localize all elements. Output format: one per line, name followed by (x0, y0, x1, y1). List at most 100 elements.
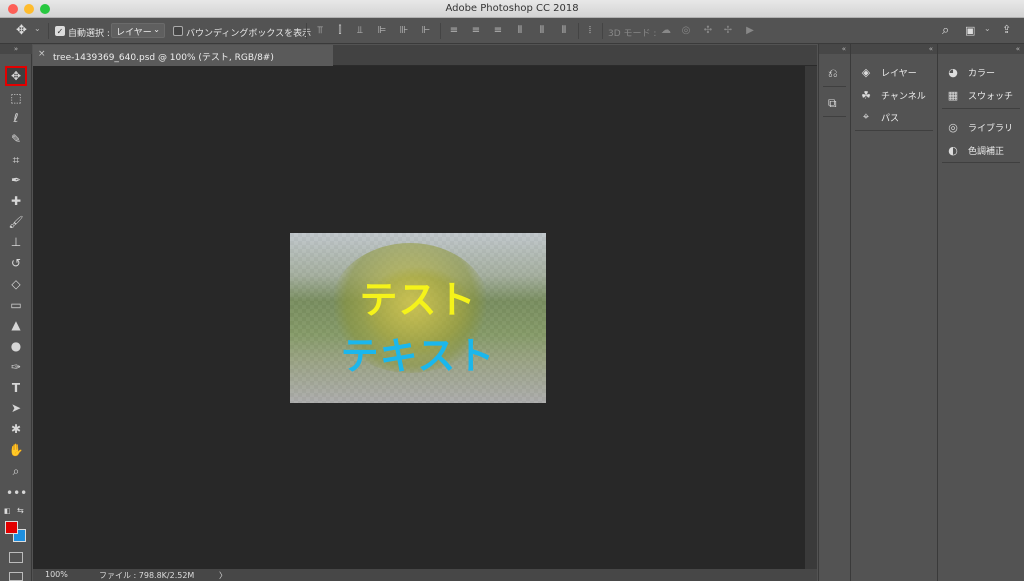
divider (823, 116, 846, 117)
zoom-tool-icon[interactable]: ⌕ (6, 462, 26, 480)
eyedropper-tool-icon[interactable]: ✒ (6, 171, 26, 189)
search-icon[interactable]: ⌕ (942, 23, 949, 38)
foreground-color-swatch[interactable] (5, 521, 18, 534)
document-tab[interactable]: × tree-1439369_640.psd @ 100% (テスト, RGB/… (33, 45, 333, 66)
channels-icon: ☘ (861, 88, 871, 102)
3d-orbit-icon[interactable]: ☁ (660, 25, 672, 37)
3d-scale-icon[interactable]: ▶ (744, 25, 756, 37)
3d-roll-icon[interactable]: ◎ (680, 25, 692, 37)
marquee-tool-icon[interactable]: ⬚ (6, 89, 26, 107)
divider (602, 23, 603, 39)
quick-select-tool-icon[interactable]: ✎ (6, 130, 26, 148)
share-icon[interactable]: ⇪ (1002, 23, 1011, 36)
lasso-tool-icon[interactable]: ℓ (6, 109, 26, 127)
workspace-icon[interactable]: ▣ (965, 24, 975, 37)
libraries-icon: ◎ (948, 120, 958, 134)
history-icon[interactable]: ⎌ (828, 66, 838, 81)
distribute-bottom-icon[interactable]: ≡ (492, 25, 504, 37)
libraries-panel-tab[interactable]: ◎ ライブラリ (946, 119, 1013, 135)
3d-pan-icon[interactable]: ✣ (702, 25, 714, 37)
paths-icon: ⌖ (862, 110, 870, 123)
adjustments-icon: ◐ (948, 143, 958, 157)
collapse-dock-icon[interactable]: « (938, 44, 1024, 54)
color-icon: ◕ (948, 65, 958, 79)
document-tab-bar: × tree-1439369_640.psd @ 100% (テスト, RGB/… (33, 45, 817, 66)
channels-panel-tab[interactable]: ☘ チャンネル (859, 87, 926, 103)
swap-colors-icon[interactable]: ⇆ (17, 506, 24, 515)
distribute-hcenter-icon[interactable]: ⦀ (536, 25, 548, 37)
collapse-toolbar-icon[interactable]: » (0, 44, 32, 54)
align-vcenter-icon[interactable]: ⫿ (334, 25, 346, 37)
history-brush-tool-icon[interactable]: ↺ (6, 254, 26, 272)
pen-tool-icon[interactable]: ✑ (6, 358, 26, 376)
canvas-area[interactable]: テスト テキスト (33, 66, 805, 569)
panel-dock-color: « ◕ カラー ▦ スウォッチ ◎ ライブラリ ◐ 色調補正 (937, 44, 1024, 581)
collapse-dock-icon[interactable]: « (851, 44, 937, 54)
align-hcenter-icon[interactable]: ⊪ (398, 25, 410, 37)
chevron-down-icon[interactable]: ⌄ (984, 24, 991, 33)
chevron-down-icon[interactable]: ⌄ (34, 24, 41, 33)
distribute-left-icon[interactable]: ⦀ (514, 25, 526, 37)
show-bbox-checkbox[interactable] (173, 26, 183, 36)
3d-slide-icon[interactable]: ✢ (722, 25, 734, 37)
chevron-down-icon: ⌄ (153, 25, 160, 34)
tools-panel: » ✥ ⬚ ℓ ✎ ⌗ ✒ ✚ 🖌 ⊥ ↺ ◇ ▭ ▲ ● ✑ T ➤ ✱ ✋ … (0, 44, 32, 581)
auto-align-icon[interactable]: ⦙ (584, 25, 596, 37)
paths-panel-tab[interactable]: ⌖ パス (859, 109, 899, 125)
divider (855, 130, 933, 131)
move-tool-icon[interactable]: ✥ (5, 66, 27, 86)
vertical-scrollbar[interactable] (805, 66, 817, 569)
document-tab-title: tree-1439369_640.psd @ 100% (テスト, RGB/8#… (53, 53, 274, 63)
gradient-tool-icon[interactable]: ▭ (6, 296, 26, 314)
collapse-dock-icon[interactable]: « (819, 44, 850, 54)
eraser-tool-icon[interactable]: ◇ (6, 275, 26, 293)
divider (823, 86, 846, 87)
dodge-tool-icon[interactable]: ● (6, 337, 26, 355)
panel-dock-layers: « ◈ レイヤー ☘ チャンネル ⌖ パス (850, 44, 937, 581)
hand-tool-icon[interactable]: ✋ (6, 441, 26, 459)
properties-icon[interactable]: ⧉ (828, 96, 837, 111)
healing-brush-tool-icon[interactable]: ✚ (6, 192, 26, 210)
color-panel-tab[interactable]: ◕ カラー (946, 64, 995, 80)
close-icon[interactable]: × (38, 49, 46, 59)
document-image[interactable]: テスト テキスト (290, 233, 546, 403)
auto-select-dropdown[interactable]: レイヤー ⌄ (111, 23, 165, 38)
default-colors-icon[interactable]: ◧ (4, 507, 11, 515)
type-tool-icon[interactable]: T (6, 379, 26, 397)
text-layer-test[interactable]: テスト (290, 269, 546, 324)
distribute-vcenter-icon[interactable]: ≡ (470, 25, 482, 37)
distribute-right-icon[interactable]: ⦀ (558, 25, 570, 37)
distribute-top-icon[interactable]: ≡ (448, 25, 460, 37)
text-layer-text[interactable]: テキスト (290, 325, 546, 380)
status-menu-arrow[interactable]: 〉 (219, 570, 227, 581)
crop-tool-icon[interactable]: ⌗ (6, 151, 26, 169)
screen-mode-icon[interactable] (9, 572, 23, 581)
divider (306, 23, 307, 39)
quick-mask-icon[interactable] (9, 552, 23, 563)
swatches-panel-tab[interactable]: ▦ スウォッチ (946, 87, 1013, 103)
show-bbox-label: バウンディングボックスを表示 (186, 29, 312, 39)
align-top-icon[interactable]: ⫪ (314, 25, 326, 37)
align-bottom-icon[interactable]: ⫫ (354, 25, 366, 37)
divider (578, 23, 579, 39)
layers-panel-tab[interactable]: ◈ レイヤー (859, 64, 917, 80)
path-select-tool-icon[interactable]: ➤ (6, 399, 26, 417)
adjustments-panel-tab[interactable]: ◐ 色調補正 (946, 142, 1004, 158)
title-bar: Adobe Photoshop CC 2018 (0, 0, 1024, 18)
auto-select-label: 自動選択 : (68, 29, 110, 39)
shape-tool-icon[interactable]: ✱ (6, 420, 26, 438)
more-tools-icon[interactable]: ••• (6, 484, 27, 502)
divider (440, 23, 441, 39)
auto-select-checkbox[interactable]: ✓ (55, 26, 65, 36)
zoom-level[interactable]: 100% (45, 570, 68, 579)
stamp-tool-icon[interactable]: ⊥ (6, 233, 26, 251)
divider (48, 23, 49, 39)
brush-tool-icon[interactable]: 🖌 (6, 213, 26, 231)
move-tool-preset-icon[interactable]: ✥ (16, 23, 27, 38)
align-right-icon[interactable]: ⊩ (420, 25, 432, 37)
blur-tool-icon[interactable]: ▲ (6, 316, 26, 334)
panel-dock-icons: « ⎌ ⧉ (818, 44, 850, 581)
window-title: Adobe Photoshop CC 2018 (445, 3, 579, 14)
divider (942, 108, 1020, 109)
align-left-icon[interactable]: ⊫ (376, 25, 388, 37)
